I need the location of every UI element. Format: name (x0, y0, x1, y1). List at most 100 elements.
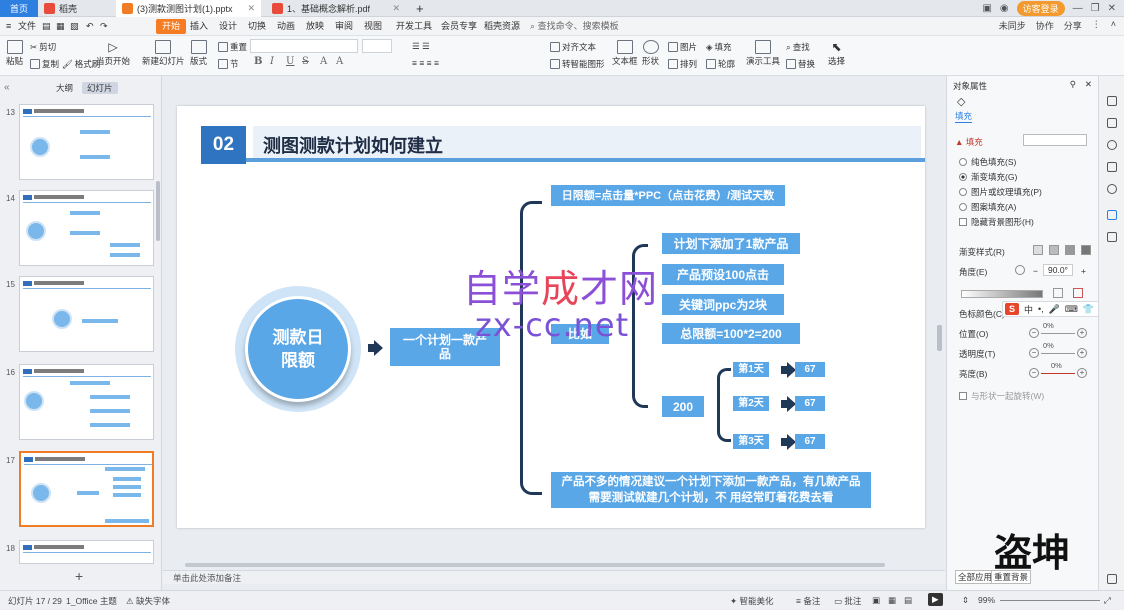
slide-thumbnail-14[interactable] (19, 190, 154, 266)
pin-icon[interactable]: ⚲ (1070, 79, 1076, 90)
angle-dial-icon[interactable] (1015, 265, 1025, 275)
user-icon[interactable]: ◉ (1000, 3, 1009, 14)
zoom-slider[interactable] (1000, 600, 1100, 601)
item-box[interactable]: 总限额=100*2=200 (662, 323, 800, 344)
tab-pptx[interactable]: (3)测款测图计划(1).pptx ✕ (116, 0, 261, 17)
notes-button[interactable]: ≡ 备注 (796, 595, 820, 607)
text-icon[interactable] (1107, 232, 1117, 242)
notes-pane[interactable]: 单击此处添加备注 (163, 570, 945, 584)
undo-icon[interactable]: ↶ (86, 19, 94, 34)
copy-button[interactable]: 复制 (30, 58, 59, 70)
font-size-select[interactable] (362, 39, 392, 53)
pattern-fill-option[interactable]: 图案填充(A) (959, 201, 1016, 213)
zoom-level[interactable]: 99% (978, 595, 995, 605)
transparency-slider[interactable] (1041, 353, 1075, 354)
bullets-icon[interactable]: ☰ ☰ (412, 41, 430, 52)
solid-fill-option[interactable]: 纯色填充(S) (959, 156, 1016, 168)
underline-button[interactable]: U (286, 56, 294, 67)
plus-icon[interactable]: + (1077, 328, 1087, 338)
new-slide-button[interactable]: 新建幻灯片 (142, 40, 185, 67)
new-tab-button[interactable]: + (412, 0, 432, 17)
fill-section-header[interactable]: ▲ 填充 (955, 136, 983, 148)
note-box[interactable]: 产品不多的情况建议一个计划下添加一款产品，有几款产品需要测试就建几个计划，不 用… (551, 472, 871, 508)
missing-font-button[interactable]: ⚠ 缺失字体 (126, 595, 170, 607)
daily-limit-box[interactable]: 日限额=点击量*PPC（点击花费）/测试天数 (551, 185, 785, 206)
item-box[interactable]: 计划下添加了1款产品 (662, 233, 800, 254)
close-icon[interactable]: ✕ (1085, 79, 1092, 90)
tab-fill[interactable]: 填充 (955, 110, 973, 123)
menu-home[interactable]: 开始 (156, 19, 187, 34)
presenter-tools-button[interactable]: 演示工具 (746, 40, 780, 67)
print-icon[interactable]: ▦ (56, 19, 65, 34)
panel-scrollbar[interactable] (156, 181, 160, 241)
reading-view-icon[interactable]: ▤ (904, 595, 912, 606)
strike-button[interactable]: S (302, 56, 309, 67)
menu-design[interactable]: 设计 (219, 19, 237, 34)
value-box[interactable]: 67 (795, 362, 825, 377)
horizontal-scrollbar[interactable] (175, 562, 895, 568)
collab-button[interactable]: 协作 (1036, 19, 1054, 32)
italic-button[interactable]: I (270, 56, 274, 67)
preview-icon[interactable]: ▧ (70, 19, 79, 34)
minus-icon[interactable]: − (1029, 348, 1039, 358)
add-stop-icon[interactable] (1053, 288, 1063, 298)
mic-icon[interactable]: 🎤 (1049, 304, 1060, 315)
search-command[interactable]: ⌕ 查找命令、搜索模板 (530, 19, 619, 34)
fill-color-dropdown[interactable] (1023, 134, 1087, 146)
comment-button[interactable]: ▭ 批注 (834, 595, 861, 607)
plus-icon[interactable]: + (1077, 368, 1087, 378)
maximize-icon[interactable]: ❐ (1091, 3, 1100, 14)
find-button[interactable]: ⌕ 查找 (786, 41, 810, 53)
menu-developer[interactable]: 开发工具 (396, 19, 432, 34)
help-icon[interactable] (1107, 140, 1117, 150)
center-circle[interactable]: 测款日限额 (245, 296, 351, 402)
slideshow-play-button[interactable]: ▶ (928, 593, 943, 606)
vertical-scrollbar[interactable] (937, 325, 942, 351)
menu-insert[interactable]: 插入 (190, 19, 208, 34)
skin-icon[interactable]: 👕 (1083, 304, 1094, 315)
grid-icon[interactable]: ▣ (982, 3, 991, 14)
close-icon[interactable]: ✕ (392, 3, 400, 14)
plus-icon[interactable]: + (1077, 348, 1087, 358)
gradient-fill-option[interactable]: 渐变填充(G) (959, 171, 1017, 183)
slide-thumbnail-17[interactable] (19, 451, 154, 527)
settings-icon[interactable] (1107, 574, 1117, 584)
collapse-panel-icon[interactable]: « (4, 82, 10, 93)
picture-button[interactable]: 图片 (668, 41, 697, 53)
cut-button[interactable]: ✂ 剪切 (30, 41, 56, 53)
highlight-icon[interactable]: A (336, 56, 343, 67)
item-box[interactable]: 关键词ppc为2块 (662, 294, 784, 315)
menu-view[interactable]: 视图 (364, 19, 382, 34)
from-current-button[interactable]: ▷ 当页开始 (96, 40, 130, 67)
bold-button[interactable]: B (254, 56, 262, 67)
font-family-select[interactable] (250, 39, 358, 53)
share-button[interactable]: 分享 (1064, 19, 1082, 32)
collapse-icon[interactable]: ˄ (1111, 19, 1116, 32)
redo-icon[interactable]: ↷ (100, 19, 108, 34)
format-painter-button[interactable]: 🖌 格式刷 (62, 58, 100, 70)
sync-status[interactable]: 未同步 (999, 19, 1026, 32)
minus-icon[interactable]: − (1029, 328, 1039, 338)
style-icon[interactable] (1107, 96, 1117, 106)
tab-outline[interactable]: 大纲 (56, 82, 73, 94)
slide-thumbnail-16[interactable] (19, 364, 154, 440)
add-slide-icon[interactable]: + (75, 568, 83, 584)
tab-home[interactable]: 首页 (0, 0, 38, 17)
day-box[interactable]: 第2天 (733, 396, 769, 411)
arrange-button[interactable]: 排列 (668, 58, 697, 70)
section-button[interactable]: 节 (218, 58, 239, 70)
minus-icon[interactable]: − (1033, 266, 1038, 276)
text-box-button[interactable]: 文本框 (612, 40, 638, 67)
day-box[interactable]: 第3天 (733, 434, 769, 449)
brightness-slider[interactable] (1041, 373, 1075, 374)
zoom-dropdown-icon[interactable]: ⇕ (962, 595, 969, 606)
properties-icon[interactable] (1107, 210, 1117, 220)
more-icon[interactable]: ⋮ (1092, 19, 1101, 32)
plus-icon[interactable]: + (1081, 266, 1086, 276)
angle-input[interactable]: 90.0° (1043, 264, 1073, 276)
fill-button[interactable]: ◈ 填充 (706, 41, 732, 53)
paste-button[interactable]: 粘贴 (6, 40, 23, 67)
align-text-button[interactable]: 对齐文本 (550, 41, 596, 53)
punctuation-icon[interactable]: •, (1038, 304, 1044, 314)
location-icon[interactable] (1107, 184, 1117, 194)
